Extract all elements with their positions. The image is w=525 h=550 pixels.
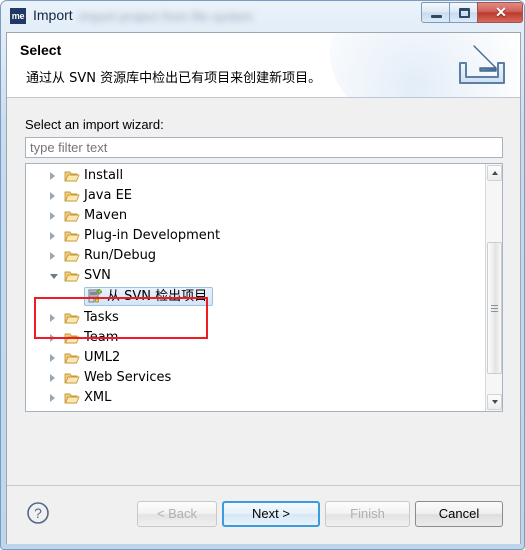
wizard-header: Select 通过从 SVN 资源库中检出已有项目来创建新项目。 [7,33,520,98]
chevron-right-icon[interactable] [50,172,55,180]
window-controls: ✕ [421,2,523,24]
scroll-down-button[interactable] [487,394,502,410]
folder-icon [64,351,80,365]
maximize-button[interactable] [449,2,478,23]
tree-leaf-row[interactable]: 从 SVN 检出项目 [26,286,486,308]
chevron-right-icon[interactable] [50,374,55,382]
tree-row[interactable]: Web Services [26,368,486,388]
svg-text:?: ? [34,505,42,521]
tree-item-label: Tasks [84,310,119,325]
scroll-up-button[interactable] [487,165,502,181]
tree-row[interactable]: XML [26,388,486,408]
tree-row[interactable]: Install [26,166,486,186]
svn-checkout-item[interactable]: 从 SVN 检出项目 [84,287,214,306]
help-icon[interactable]: ? [26,501,50,525]
folder-icon [64,249,80,263]
window-subtitle-blurred: Import project from file system [79,9,254,24]
minimize-button[interactable] [421,2,450,23]
tree-row[interactable]: Plug-in Development [26,226,486,246]
folder-icon [64,311,80,325]
title-bar[interactable]: me Import Import project from file syste… [1,1,524,31]
page-title: Select [20,42,62,58]
tree-row[interactable]: Java EE [26,186,486,206]
tree-row[interactable]: UML2 [26,348,486,368]
scroll-down-arrow-icon [492,400,498,404]
tree-item-label: Maven [84,208,128,223]
folder-icon [64,189,80,203]
finish-button[interactable]: Finish [325,501,410,527]
scroll-up-arrow-icon [492,171,498,175]
button-bar-separator [7,485,520,486]
tree-row[interactable]: Tasks [26,308,486,328]
next-button[interactable]: Next > [222,501,320,527]
scrollbar-thumb[interactable] [487,242,502,374]
tree-item-label: XML [84,390,112,405]
chevron-right-icon[interactable] [50,212,55,220]
chevron-right-icon[interactable] [50,354,55,362]
tree-row-svn[interactable]: SVN [26,266,486,286]
folder-icon [64,169,80,183]
scrollbar-grip-icon [491,305,498,312]
tree-scrollbar[interactable] [485,164,502,411]
import-wizard-window: me Import Import project from file syste… [0,0,525,550]
filter-input[interactable] [25,137,503,158]
tree-row[interactable]: Run/Debug [26,246,486,266]
back-button[interactable]: < Back [137,501,217,527]
import-wizard-icon [459,45,505,84]
close-icon: ✕ [495,4,507,20]
dialog-body: Select 通过从 SVN 资源库中检出已有项目来创建新项目。 Select … [6,32,521,544]
chevron-right-icon[interactable] [50,334,55,342]
folder-icon [64,229,80,243]
folder-icon [64,391,80,405]
import-wizard-tree[interactable]: Install Java EE Maven Plug-in Developmen… [25,163,503,412]
chevron-right-icon[interactable] [50,252,55,260]
chevron-right-icon[interactable] [50,232,55,240]
chevron-right-icon[interactable] [50,394,55,402]
close-button[interactable]: ✕ [477,2,523,23]
tree-item-label: UML2 [84,350,121,365]
tree-row[interactable]: Maven [26,206,486,226]
window-title: Import [33,7,73,23]
tree-item-label: Install [84,168,124,183]
app-badge-icon: me [10,8,26,24]
folder-icon [64,331,80,345]
tree-item-label: SVN [84,268,111,283]
folder-icon [64,269,80,283]
minimize-icon [431,15,442,18]
chevron-down-icon[interactable] [50,274,58,279]
tree-item-label: Plug-in Development [84,228,221,243]
tree-item-label: Java EE [84,188,133,203]
chevron-right-icon[interactable] [50,314,55,322]
maximize-icon [459,8,470,18]
tree-item-label: Web Services [84,370,172,385]
cancel-button[interactable]: Cancel [415,501,503,527]
svn-checkout-icon [88,289,102,303]
page-description: 通过从 SVN 资源库中检出已有项目来创建新项目。 [26,71,322,86]
tree-item-label: Team [84,330,119,345]
chevron-right-icon[interactable] [50,192,55,200]
tree-list: Install Java EE Maven Plug-in Developmen… [26,166,486,408]
tree-row[interactable]: Team [26,328,486,348]
folder-icon [64,209,80,223]
filter-label: Select an import wizard: [25,117,164,132]
folder-icon [64,371,80,385]
tree-item-label: Run/Debug [84,248,157,263]
